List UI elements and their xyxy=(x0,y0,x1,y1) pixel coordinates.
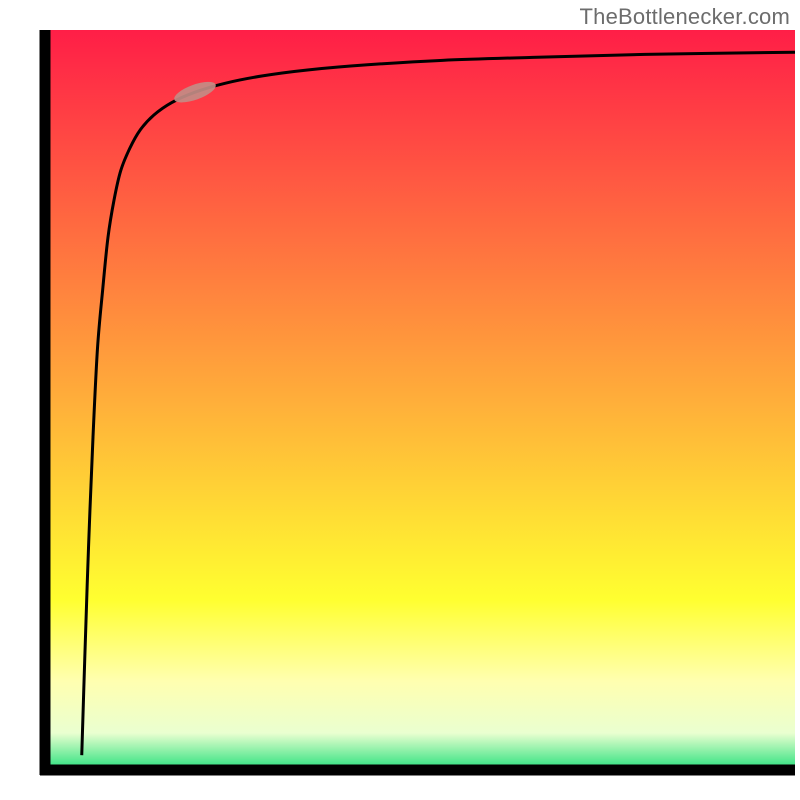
bottleneck-chart xyxy=(0,0,800,800)
plot-background xyxy=(45,30,795,770)
plot-area xyxy=(40,30,795,775)
chart-stage: TheBottlenecker.com xyxy=(0,0,800,800)
